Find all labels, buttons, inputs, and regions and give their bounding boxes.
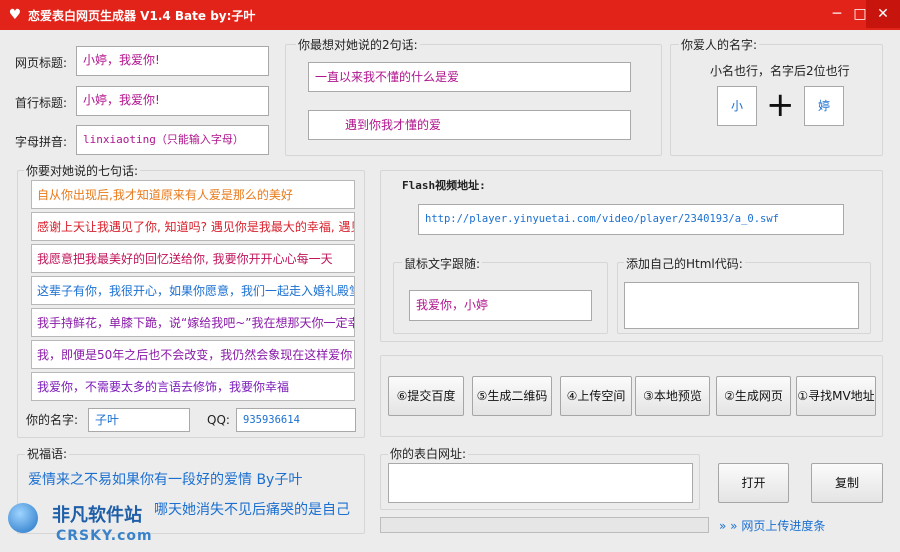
app-icon: ♥ <box>8 7 22 23</box>
love-line-1-input[interactable]: 自从你出现后,我才知道原来有人爱是那么的美好 <box>31 180 355 209</box>
love-line-7-input[interactable]: 我爱你，不需要太多的言语去修饰，我要你幸福 <box>31 372 355 401</box>
love-url-label: 你的表白网址: <box>388 446 469 462</box>
plus-sign: + <box>766 85 795 125</box>
upload-space-button[interactable]: ④上传空间 <box>560 376 632 416</box>
lover-char-1-input[interactable]: 小 <box>717 86 757 126</box>
html-code-label: 添加自己的Html代码: <box>624 256 745 272</box>
love-line-5-input[interactable]: 我手持鲜花，单膝下跪，说“嫁给我吧~”我在想那天你一定幸 <box>31 308 355 337</box>
window-title: 恋爱表白网页生成器 V1.4 Bate by:子叶 <box>28 9 256 23</box>
lover-name-label: 你爱人的名字: <box>679 37 760 53</box>
first-line-label: 首行标题: <box>15 96 68 110</box>
watermark-en: CRSKY.com <box>56 528 153 544</box>
qq-input[interactable]: 935936614 <box>236 408 356 432</box>
submit-baidu-button[interactable]: ⑥提交百度 <box>388 376 464 416</box>
mouse-text-input[interactable]: 我爱你，小婷 <box>409 290 592 321</box>
love-line-3-input[interactable]: 我愿意把我最美好的回忆送给你, 我要你开开心心每一天 <box>31 244 355 273</box>
lover-char-2-input[interactable]: 婷 <box>804 86 844 126</box>
love-line-4-input[interactable]: 这辈子有你，我很开心，如果你愿意，我们一起走入婚礼殿堂 <box>31 276 355 305</box>
close-button[interactable]: ✕ <box>866 0 900 28</box>
generate-page-button[interactable]: ②生成网页 <box>716 376 791 416</box>
qq-label: QQ: <box>207 413 230 427</box>
love-line-2-input[interactable]: 感谢上天让我遇见了你, 知道吗? 遇见你是我最大的幸福, 遇见 <box>31 212 355 241</box>
upload-progress-bar <box>380 517 709 533</box>
love-url-input[interactable] <box>388 463 693 503</box>
love-line-6-input[interactable]: 我，即便是50年之后也不会改变，我仍然会象现在这样爱你! <box>31 340 355 369</box>
watermark-cn: 非凡软件站 <box>52 505 142 526</box>
pinyin-label: 字母拼音: <box>15 135 68 149</box>
mouse-text-label: 鼠标文字跟随: <box>402 256 483 272</box>
blessing-line-1: 爱情来之不易如果你有一段好的爱情 By子叶 <box>28 472 303 488</box>
seven-sentences-label: 你要对她说的七句话: <box>24 163 141 179</box>
watermark-logo <box>8 503 38 533</box>
two-sentences-label: 你最想对她说的2句话: <box>296 37 420 53</box>
webpage-title-input[interactable]: 小婷，我爱你! <box>76 46 269 76</box>
local-preview-button[interactable]: ③本地预览 <box>635 376 710 416</box>
generate-qrcode-button[interactable]: ⑤生成二维码 <box>472 376 552 416</box>
copy-button[interactable]: 复制 <box>811 463 883 503</box>
first-line-input[interactable]: 小婷，我爱你! <box>76 86 269 116</box>
sentence-input-2[interactable]: 遇到你我才懂的爱 <box>308 110 631 140</box>
sentence-input-1[interactable]: 一直以来我不懂的什么是爱 <box>308 62 631 92</box>
pinyin-input[interactable]: linxiaoting（只能输入字母） <box>76 125 269 155</box>
lover-name-hint: 小名也行，名字后2位也行 <box>710 64 850 78</box>
html-code-textarea[interactable] <box>624 282 859 329</box>
blessing-line-2: 哪天她消失不见后痛哭的是自己 <box>154 502 350 518</box>
open-button[interactable]: 打开 <box>718 463 789 503</box>
your-name-label: 你的名字: <box>26 413 79 427</box>
flash-url-label: Flash视频地址: <box>402 179 486 192</box>
webpage-title-label: 网页标题: <box>15 56 68 70</box>
upload-progress-label: » » 网页上传进度条 <box>719 519 826 533</box>
your-name-input[interactable]: 子叶 <box>88 408 190 432</box>
find-mv-url-button[interactable]: ①寻找MV地址 <box>796 376 876 416</box>
blessing-label: 祝福语: <box>25 446 70 462</box>
flash-url-input[interactable]: http://player.yinyuetai.com/video/player… <box>418 204 844 235</box>
